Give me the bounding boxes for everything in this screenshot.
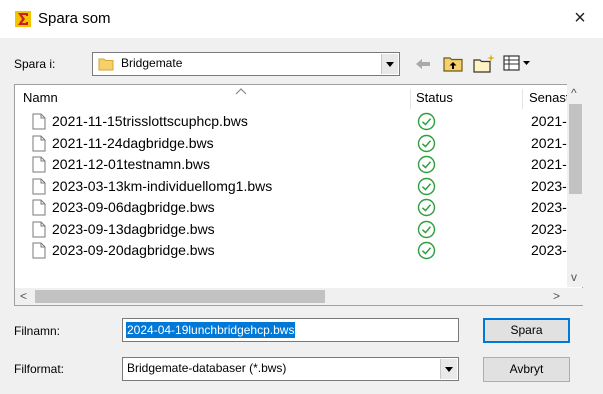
file-name: 2023-09-06dagbridge.bws — [52, 199, 215, 215]
file-name: 2023-09-20dagbridge.bws — [52, 242, 215, 258]
list-item[interactable]: 2023-09-20dagbridge.bws 2023-1 — [15, 240, 575, 261]
column-header-date[interactable]: Senast — [529, 85, 569, 111]
sigma-app-icon — [15, 11, 31, 27]
list-item[interactable]: 2023-09-06dagbridge.bws 2023-1 — [15, 197, 575, 218]
filetype-value: Bridgemate-databaser (*.bws) — [127, 361, 287, 375]
document-icon — [32, 113, 46, 130]
file-list[interactable]: Namn Status Senast 2021-11-15trisslottsc… — [14, 84, 583, 306]
check-circle-icon — [417, 155, 436, 174]
horizontal-scroll-thumb[interactable] — [35, 290, 325, 303]
scroll-left-icon[interactable]: < — [20, 289, 27, 303]
file-name: 2023-09-13dagbridge.bws — [52, 220, 215, 237]
vertical-scroll-thumb[interactable] — [569, 104, 582, 194]
document-icon — [32, 135, 46, 151]
file-name: 2021-11-24dagbridge.bws — [52, 134, 214, 151]
column-separator[interactable] — [410, 89, 411, 109]
back-arrow-icon[interactable] — [413, 54, 433, 74]
column-separator[interactable] — [522, 89, 523, 109]
sort-ascending-icon — [235, 88, 247, 95]
check-circle-icon — [417, 220, 436, 238]
document-icon — [32, 221, 46, 237]
column-header-status[interactable]: Status — [416, 85, 453, 111]
filetype-label: Filformat: — [14, 362, 65, 376]
check-circle-icon — [417, 241, 436, 260]
folder-up-icon[interactable] — [442, 53, 464, 73]
list-item[interactable]: 2021-11-15trisslottscuphcp.bws 2021-1 — [15, 111, 575, 132]
cancel-button[interactable]: Avbryt — [483, 357, 570, 382]
document-icon — [32, 156, 46, 173]
filename-value: 2024-04-19lunchbridgehcp.bws — [126, 322, 296, 338]
save-in-dropdown[interactable]: Bridgemate — [92, 52, 400, 76]
file-name: 2023-03-13km-individuellomg1.bws — [52, 177, 273, 194]
check-circle-icon — [417, 198, 436, 217]
scroll-up-icon[interactable]: ^ — [571, 86, 577, 100]
file-name: 2021-12-01testnamn.bws — [52, 156, 210, 172]
check-circle-icon — [417, 177, 436, 195]
check-circle-icon — [417, 112, 436, 131]
filetype-dropdown[interactable]: Bridgemate-databaser (*.bws) — [122, 357, 459, 381]
filename-input[interactable]: 2024-04-19lunchbridgehcp.bws — [122, 318, 459, 342]
window-title: Spara som — [38, 10, 111, 27]
list-item[interactable]: 2023-03-13km-individuellomg1.bws 2023-( — [15, 176, 575, 197]
list-item[interactable]: 2021-11-24dagbridge.bws 2021-1 — [15, 133, 575, 154]
folder-icon — [98, 58, 114, 71]
save-in-label: Spara i: — [14, 57, 56, 71]
save-dialog: Spara i: Bridgemate Namn Status Senast 2… — [0, 38, 603, 394]
title-bar: Spara som × — [0, 0, 603, 38]
chevron-down-icon[interactable] — [440, 359, 457, 379]
scroll-down-icon[interactable]: v — [571, 270, 577, 284]
filename-label: Filnamn: — [14, 324, 61, 338]
view-menu-icon[interactable] — [502, 53, 532, 73]
horizontal-scrollbar[interactable]: < > — [15, 288, 567, 305]
chevron-down-icon[interactable] — [381, 54, 398, 74]
document-icon — [32, 199, 46, 216]
save-button[interactable]: Spara — [483, 318, 570, 343]
new-folder-icon[interactable] — [472, 52, 496, 74]
column-header-name[interactable]: Namn — [23, 85, 58, 111]
document-icon — [32, 242, 46, 259]
scroll-corner — [567, 288, 583, 305]
save-in-value: Bridgemate — [121, 56, 183, 70]
vertical-scrollbar[interactable]: ^ v — [567, 84, 584, 287]
scroll-right-icon[interactable]: > — [553, 289, 560, 303]
file-date: 2023-( — [531, 177, 572, 194]
file-name: 2021-11-15trisslottscuphcp.bws — [52, 113, 248, 129]
close-button[interactable]: × — [566, 6, 594, 32]
list-item[interactable]: 2021-12-01testnamn.bws 2021-1 — [15, 154, 575, 175]
list-item[interactable]: 2023-09-13dagbridge.bws 2023-1 — [15, 219, 575, 240]
document-icon — [32, 178, 46, 194]
check-circle-icon — [417, 134, 436, 152]
